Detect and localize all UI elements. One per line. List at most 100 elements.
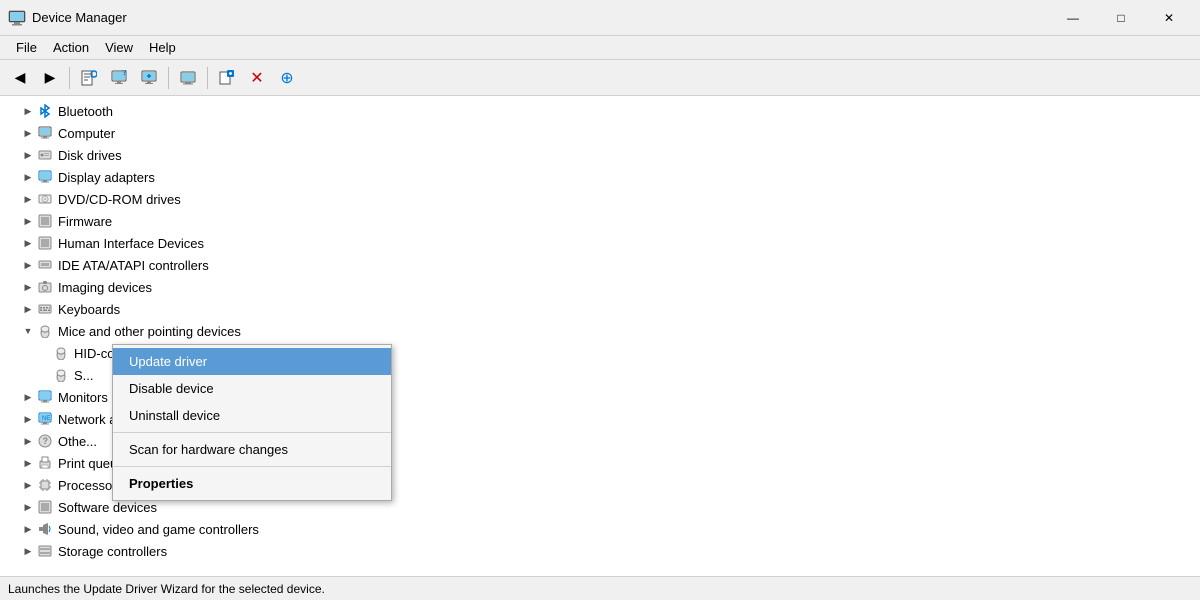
tree-icon-sound — [36, 520, 54, 538]
menu-help[interactable]: Help — [141, 38, 184, 57]
tree-item-imaging[interactable]: ▶ Imaging devices — [0, 276, 1200, 298]
toolbar-btn-properties[interactable] — [75, 65, 103, 91]
close-button[interactable]: ✕ — [1146, 5, 1192, 31]
toolbar-btn-screen[interactable] — [174, 65, 202, 91]
tree-item-display[interactable]: ▶ Display adapters — [0, 166, 1200, 188]
tree-icon-soft — [36, 498, 54, 516]
tree-icon-network: NET — [36, 410, 54, 428]
tree-toggle-imaging[interactable]: ▶ — [20, 279, 36, 295]
main-content: ▶Bluetooth▶Computer▶Disk drives▶Display … — [0, 96, 1200, 576]
separator-2 — [168, 67, 169, 89]
tree-toggle-display[interactable]: ▶ — [20, 169, 36, 185]
back-button[interactable]: ◀ — [6, 65, 34, 91]
tree-label-computer: Computer — [58, 126, 115, 141]
toolbar-btn-update[interactable]: ? — [105, 65, 133, 91]
separator-3 — [207, 67, 208, 89]
tree-toggle-firmware[interactable]: ▶ — [20, 213, 36, 229]
tree-item-mice[interactable]: ▼ Mice and other pointing devices — [0, 320, 1200, 342]
tree-toggle-bluetooth[interactable]: ▶ — [20, 103, 36, 119]
tree-toggle-sound[interactable]: ▶ — [20, 521, 36, 537]
tree-toggle-other[interactable]: ▶ — [20, 433, 36, 449]
tree-toggle-soft[interactable]: ▶ — [20, 499, 36, 515]
menu-bar: File Action View Help — [0, 36, 1200, 60]
toolbar-btn-new[interactable] — [213, 65, 241, 91]
tree-icon-ide — [36, 256, 54, 274]
tree-item-computer[interactable]: ▶ Computer — [0, 122, 1200, 144]
context-menu-item-properties[interactable]: Properties — [113, 470, 391, 497]
tree-label-storage: Storage controllers — [58, 544, 167, 559]
tree-label-mice: Mice and other pointing devices — [58, 324, 241, 339]
forward-button[interactable]: ▶ — [36, 65, 64, 91]
window-controls[interactable]: — □ ✕ — [1050, 5, 1192, 31]
tree-item-disk[interactable]: ▶ Disk drives — [0, 144, 1200, 166]
tree-label-sound: Sound, video and game controllers — [58, 522, 259, 537]
maximize-button[interactable]: □ — [1098, 5, 1144, 31]
tree-icon-disk — [36, 146, 54, 164]
tree-label-display: Display adapters — [58, 170, 155, 185]
tree-toggle-print[interactable]: ▶ — [20, 455, 36, 471]
tree-icon-other: ? — [36, 432, 54, 450]
toolbar-btn-view[interactable] — [135, 65, 163, 91]
tree-item-storage[interactable]: ▶ Storage controllers — [0, 540, 1200, 562]
tree-icon-storage — [36, 542, 54, 560]
tree-label-dvd: DVD/CD-ROM drives — [58, 192, 181, 207]
window-title: Device Manager — [32, 10, 1050, 25]
tree-toggle-hid[interactable]: ▶ — [20, 235, 36, 251]
tree-toggle-computer[interactable]: ▶ — [20, 125, 36, 141]
toolbar: ◀ ▶ ? — [0, 60, 1200, 96]
svg-text:?: ? — [122, 70, 127, 77]
context-menu-item-disable[interactable]: Disable device — [113, 375, 391, 402]
tree-label-monitors: Monitors — [58, 390, 108, 405]
tree-toggle-network[interactable]: ▶ — [20, 411, 36, 427]
tree-icon-firmware — [36, 212, 54, 230]
tree-toggle-dvd[interactable]: ▶ — [20, 191, 36, 207]
menu-file[interactable]: File — [8, 38, 45, 57]
minimize-button[interactable]: — — [1050, 5, 1096, 31]
menu-view[interactable]: View — [97, 38, 141, 57]
context-menu: Update driverDisable deviceUninstall dev… — [112, 344, 392, 501]
context-menu-item-scan[interactable]: Scan for hardware changes — [113, 436, 391, 463]
context-menu-item-uninstall[interactable]: Uninstall device — [113, 402, 391, 429]
tree-label-firmware: Firmware — [58, 214, 112, 229]
tree-toggle-ide[interactable]: ▶ — [20, 257, 36, 273]
tree-label-hid: Human Interface Devices — [58, 236, 204, 251]
app-icon — [8, 9, 26, 27]
tree-label-synaptics: S... — [74, 368, 94, 383]
svg-text:NET: NET — [42, 416, 52, 422]
tree-icon-hid — [36, 234, 54, 252]
context-menu-item-update[interactable]: Update driver — [113, 348, 391, 375]
tree-item-keyboards[interactable]: ▶Keyboards — [0, 298, 1200, 320]
tree-item-bluetooth[interactable]: ▶Bluetooth — [0, 100, 1200, 122]
device-tree[interactable]: ▶Bluetooth▶Computer▶Disk drives▶Display … — [0, 96, 1200, 576]
toolbar-btn-scan[interactable]: ⊕ — [273, 65, 301, 91]
tree-toggle-mice[interactable]: ▼ — [20, 323, 36, 339]
tree-label-disk: Disk drives — [58, 148, 122, 163]
status-text: Launches the Update Driver Wizard for th… — [8, 582, 325, 596]
tree-toggle-storage[interactable]: ▶ — [20, 543, 36, 559]
tree-label-soft: Software devices — [58, 500, 157, 515]
tree-item-sound[interactable]: ▶ Sound, video and game controllers — [0, 518, 1200, 540]
tree-toggle-keyboards[interactable]: ▶ — [20, 301, 36, 317]
separator-1 — [69, 67, 70, 89]
tree-item-dvd[interactable]: ▶ DVD/CD-ROM drives — [0, 188, 1200, 210]
toolbar-btn-remove[interactable]: ✕ — [243, 65, 271, 91]
tree-icon-monitors — [36, 388, 54, 406]
tree-toggle-synaptics — [36, 367, 52, 383]
tree-icon-hid-mouse — [52, 344, 70, 362]
tree-label-other: Othe... — [58, 434, 97, 449]
tree-icon-keyboards — [36, 300, 54, 318]
status-bar: Launches the Update Driver Wizard for th… — [0, 576, 1200, 600]
tree-icon-bluetooth — [36, 102, 54, 120]
context-menu-separator — [113, 466, 391, 467]
tree-item-ide[interactable]: ▶IDE ATA/ATAPI controllers — [0, 254, 1200, 276]
tree-icon-mice — [36, 322, 54, 340]
menu-action[interactable]: Action — [45, 38, 97, 57]
tree-toggle-proc[interactable]: ▶ — [20, 477, 36, 493]
tree-icon-dvd — [36, 190, 54, 208]
tree-icon-display — [36, 168, 54, 186]
tree-label-imaging: Imaging devices — [58, 280, 152, 295]
tree-item-firmware[interactable]: ▶ Firmware — [0, 210, 1200, 232]
tree-toggle-disk[interactable]: ▶ — [20, 147, 36, 163]
tree-item-hid[interactable]: ▶ Human Interface Devices — [0, 232, 1200, 254]
tree-toggle-monitors[interactable]: ▶ — [20, 389, 36, 405]
